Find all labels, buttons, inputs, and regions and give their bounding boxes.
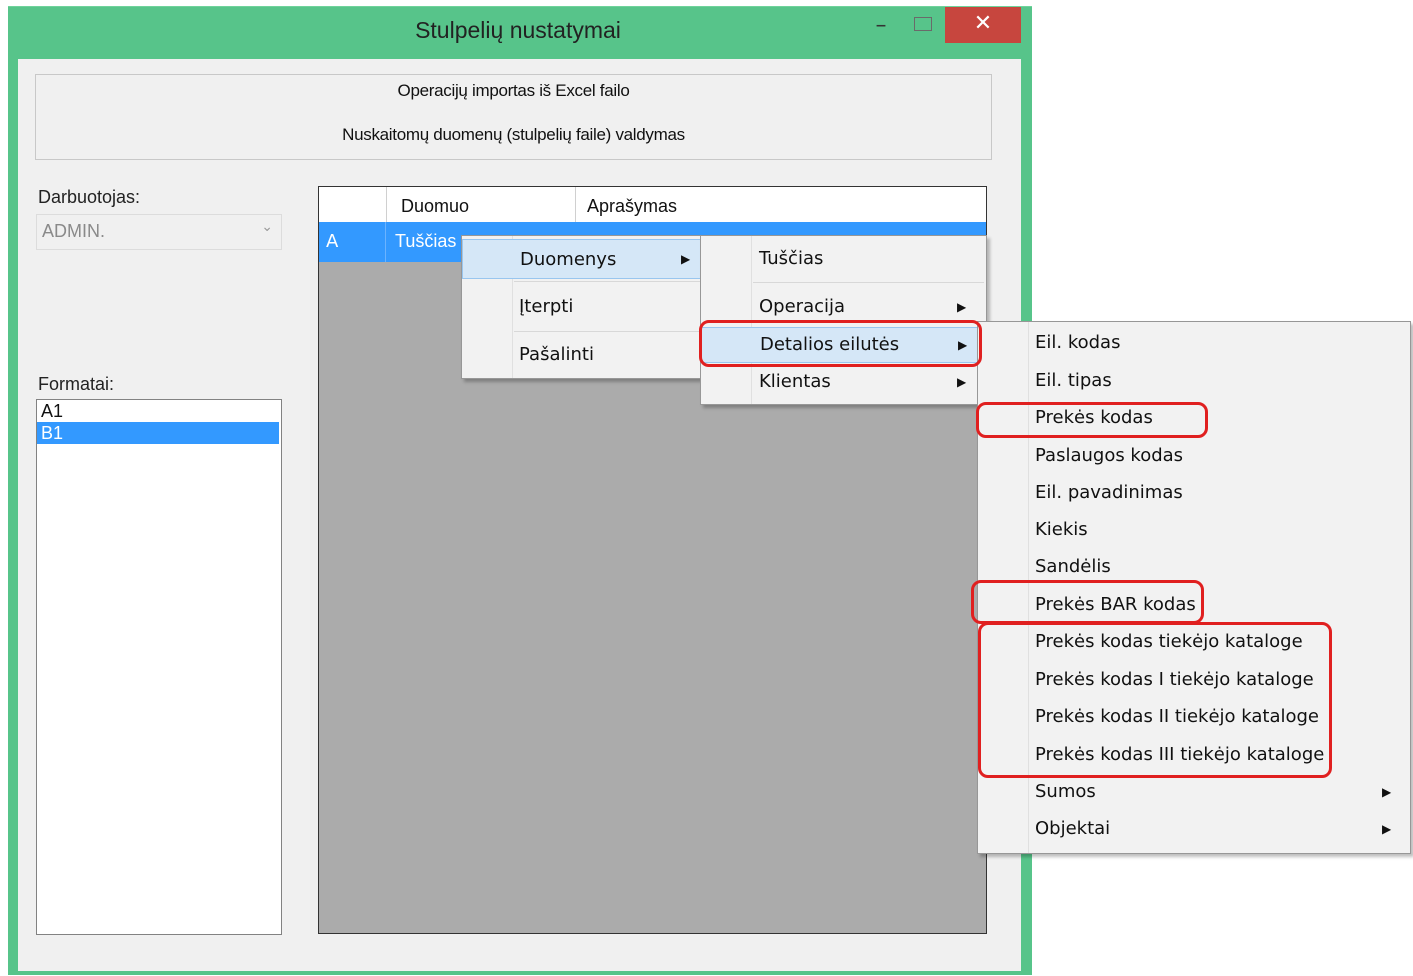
- header-title: Operacijų importas iš Excel failo: [397, 81, 630, 100]
- menu-item[interactable]: Eil. kodas: [978, 326, 1410, 362]
- menu-item-label: Duomenys: [520, 249, 617, 270]
- menu-separator: [514, 281, 702, 282]
- menu-item-duomenys[interactable]: Duomenys ▶: [462, 239, 704, 279]
- menu-item-label: Eil. pavadinimas: [1035, 482, 1183, 503]
- grid-header: Duomuo Aprašymas: [319, 187, 986, 223]
- column-divider: [575, 187, 576, 222]
- menu-item[interactable]: Paslaugos kodas: [978, 439, 1410, 475]
- menu-item-label: Tuščias: [759, 248, 824, 269]
- submenu-arrow-icon: ▶: [1382, 785, 1392, 799]
- menu-item-label: Įterpti: [519, 296, 574, 317]
- menu-item-label: Kiekis: [1035, 519, 1088, 540]
- list-item[interactable]: A1: [37, 400, 281, 422]
- menu-item-label: Pašalinti: [519, 344, 594, 365]
- menu-item-label: Paslaugos kodas: [1035, 445, 1184, 466]
- header-subtitle: Nuskaitomų duomenų (stulpelių faile) val…: [342, 125, 685, 144]
- menu-item-label: Eil. tipas: [1035, 370, 1112, 391]
- employee-select[interactable]: ADMIN. ⌄: [36, 214, 282, 250]
- submenu-arrow-icon: ▶: [681, 252, 691, 266]
- header-panel: Operacijų importas iš Excel failo Nuskai…: [35, 74, 992, 160]
- minimize-button[interactable]: –: [870, 15, 892, 39]
- menu-item[interactable]: Kiekis: [978, 513, 1410, 549]
- menu-item-objektai[interactable]: Objektai ▶: [978, 812, 1410, 848]
- menu-item-label: Klientas: [759, 371, 831, 392]
- menu-item-iterpti[interactable]: Įterpti: [462, 285, 704, 329]
- menu-item[interactable]: Eil. pavadinimas: [978, 476, 1410, 512]
- maximize-button[interactable]: [914, 17, 932, 31]
- chevron-down-icon: ⌄: [261, 219, 273, 235]
- menu-item[interactable]: Eil. tipas: [978, 364, 1410, 400]
- submenu-arrow-icon: ▶: [957, 300, 967, 314]
- menu-item-label: Sandėlis: [1035, 556, 1111, 577]
- menu-item-label: Eil. kodas: [1035, 332, 1121, 353]
- formats-label: Formatai:: [38, 374, 115, 394]
- menu-item-label: Operacija: [759, 296, 846, 317]
- annotation-highlight: [976, 402, 1208, 438]
- main-window: Stulpelių nustatymai – ✕ Operacijų impor…: [8, 6, 1032, 975]
- menu-item-operacija[interactable]: Operacija ▶: [701, 290, 986, 324]
- annotation-highlight: [699, 320, 982, 367]
- menu-item-sumos[interactable]: Sumos ▶: [978, 775, 1410, 811]
- menu-separator: [514, 331, 702, 332]
- close-button[interactable]: ✕: [945, 7, 1021, 43]
- menu-item-tuscias[interactable]: Tuščias: [701, 240, 986, 280]
- menu-item-klientas[interactable]: Klientas ▶: [701, 365, 986, 399]
- menu-item-label: Objektai: [1035, 818, 1111, 839]
- menu-item-pasalinti[interactable]: Pašalinti: [462, 334, 704, 376]
- list-item[interactable]: B1: [37, 422, 279, 444]
- submenu-arrow-icon: ▶: [1382, 822, 1392, 836]
- employee-select-value: ADMIN.: [42, 221, 105, 241]
- row-header[interactable]: A: [319, 222, 386, 262]
- column-header-aprasymas[interactable]: Aprašymas: [587, 187, 677, 222]
- annotation-highlight: [971, 580, 1204, 624]
- menu-separator: [753, 282, 984, 283]
- context-menu: Duomenys ▶ Įterpti Pašalinti: [461, 235, 705, 379]
- column-divider: [386, 187, 387, 222]
- column-header-duomuo[interactable]: Duomuo: [401, 187, 469, 222]
- table-cell[interactable]: Tuščias: [395, 222, 456, 262]
- annotation-highlight: [978, 622, 1332, 778]
- title-bar[interactable]: Stulpelių nustatymai – ✕: [8, 7, 1032, 59]
- formats-list[interactable]: A1 B1: [36, 399, 282, 935]
- window-client-area: Operacijų importas iš Excel failo Nuskai…: [18, 59, 1021, 971]
- menu-item-label: Sumos: [1035, 781, 1096, 802]
- employee-label: Darbuotojas:: [38, 187, 141, 207]
- submenu-arrow-icon: ▶: [957, 375, 967, 389]
